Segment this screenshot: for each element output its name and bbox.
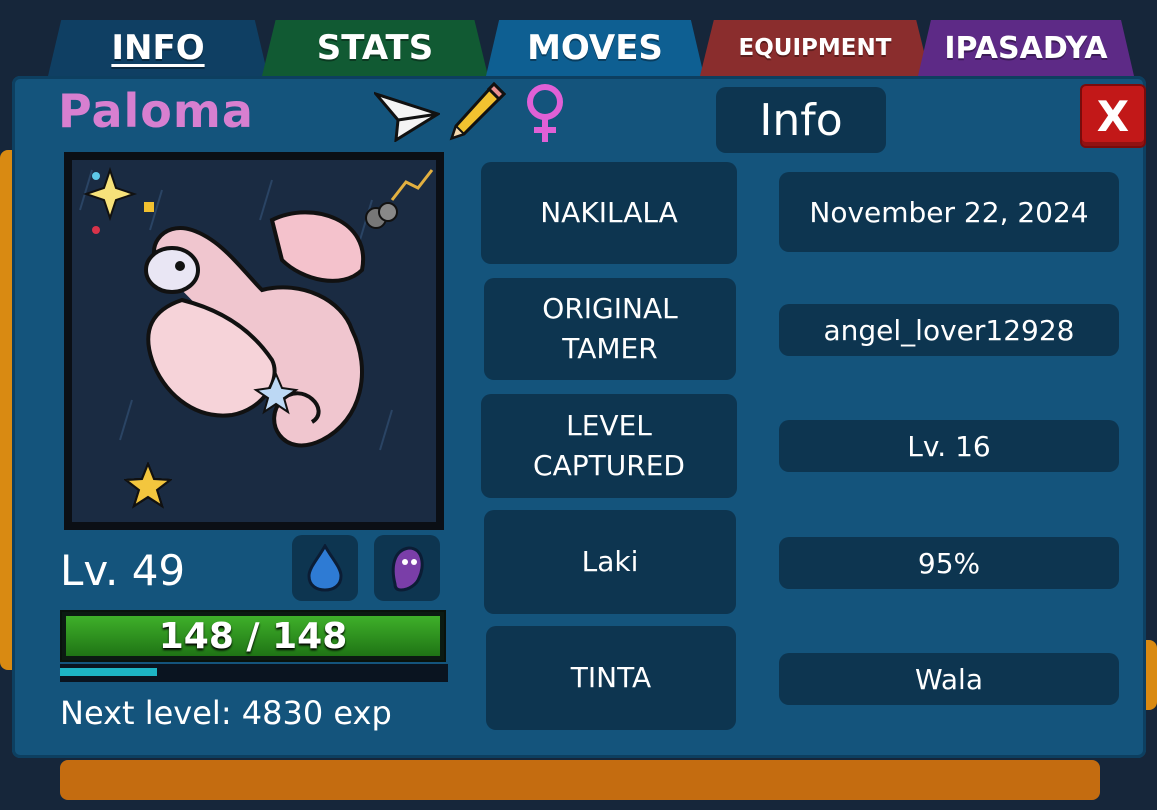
tab-stats[interactable]: STATS bbox=[262, 20, 488, 76]
tab-info[interactable]: INFO bbox=[48, 20, 268, 76]
section-title: Info bbox=[716, 87, 886, 153]
edit-pencil-icon[interactable] bbox=[444, 80, 508, 144]
row-label-level-captured: LEVEL CAPTURED bbox=[481, 394, 737, 498]
female-icon bbox=[520, 82, 570, 146]
creature-portrait bbox=[64, 152, 444, 530]
next-level-text: Next level: 4830 exp bbox=[60, 694, 392, 732]
ghost-icon bbox=[391, 546, 424, 592]
close-icon: X bbox=[1096, 91, 1130, 141]
row-value-tint: Wala bbox=[779, 653, 1119, 705]
tab-ipasadya[interactable]: IPASADYA bbox=[918, 20, 1134, 76]
close-button[interactable]: X bbox=[1080, 84, 1146, 148]
row-label-tint: TINTA bbox=[486, 626, 736, 730]
row-label-size: Laki bbox=[484, 510, 736, 614]
hp-bar: 148 / 148 bbox=[60, 610, 446, 662]
tab-moves[interactable]: MOVES bbox=[486, 20, 704, 76]
row-value-level-captured: Lv. 16 bbox=[779, 420, 1119, 472]
row-value-size: 95% bbox=[779, 537, 1119, 589]
row-value-original-tamer: angel_lover12928 bbox=[779, 304, 1119, 356]
hp-text: 148 / 148 bbox=[158, 615, 348, 657]
type-water-button[interactable] bbox=[292, 535, 358, 601]
row-label-caught: NAKILALA bbox=[481, 162, 737, 264]
star-icon bbox=[124, 462, 172, 509]
creature-level: Lv. 49 bbox=[60, 546, 186, 595]
type-ghost-button[interactable] bbox=[374, 535, 440, 601]
water-icon bbox=[307, 544, 343, 592]
row-label-original-tamer: ORIGINAL TAMER bbox=[484, 278, 736, 380]
tab-equipment[interactable]: EQUIPMENT bbox=[700, 20, 930, 76]
exp-bar-fill bbox=[60, 668, 157, 676]
send-icon[interactable] bbox=[371, 84, 442, 143]
rarity-stars bbox=[124, 462, 394, 512]
exp-bar bbox=[60, 664, 448, 682]
background-accent bbox=[60, 760, 1100, 800]
row-value-caught: November 22, 2024 bbox=[779, 172, 1119, 252]
creature-name: Paloma bbox=[58, 84, 254, 138]
